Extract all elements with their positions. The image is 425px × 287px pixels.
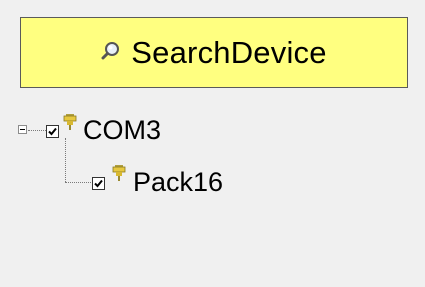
serial-port-icon <box>112 165 126 181</box>
checkmark-icon <box>94 179 103 188</box>
device-panel: SearchDevice COM3 Pack16 <box>0 0 425 287</box>
tree-connector <box>65 182 91 183</box>
tree-node-com3[interactable]: COM3 <box>83 117 161 144</box>
pack16-checkbox[interactable] <box>92 177 105 190</box>
device-tree: COM3 Pack16 <box>0 0 425 287</box>
serial-port-icon <box>63 114 77 130</box>
tree-connector <box>28 130 46 131</box>
checkmark-icon <box>48 127 57 136</box>
tree-node-pack16[interactable]: Pack16 <box>133 169 223 196</box>
com3-checkbox[interactable] <box>46 125 59 138</box>
tree-connector <box>65 138 66 182</box>
collapse-toggle[interactable] <box>18 125 27 134</box>
